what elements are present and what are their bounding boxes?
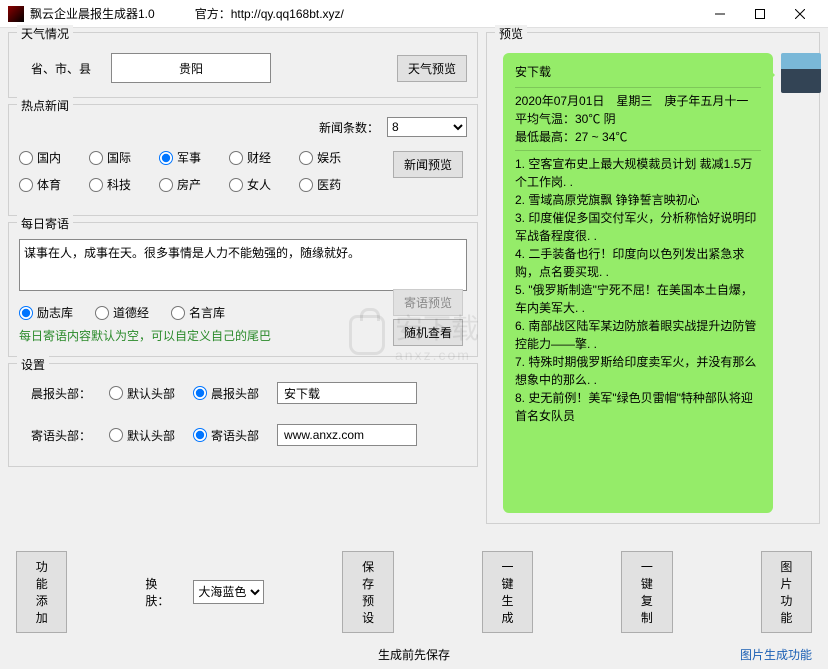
settings-opt-晨报头部[interactable]: 晨报头部 [193,385,259,402]
radio-icon[interactable] [159,178,173,192]
avatar [781,53,821,93]
preview-news-item: 2. 雪域高原党旗飘 铮铮誓言映初心 [515,191,761,209]
app-title: 飘云企业晨报生成器1.0 [30,5,155,22]
quote-group-title: 每日寄语 [17,215,73,232]
maximize-button[interactable] [740,0,780,28]
footer-center: 生成前先保存 [0,646,828,663]
radio-icon[interactable] [299,178,313,192]
news-category-军事[interactable]: 军事 [159,149,201,166]
news-category-娱乐[interactable]: 娱乐 [299,149,341,166]
news-category-医药[interactable]: 医药 [299,176,341,193]
quote-textarea[interactable]: 谋事在人，成事在天。很多事情是人力不能勉强的，随缘就好。 [19,239,467,291]
radio-icon[interactable] [159,151,173,165]
preview-group-title: 预览 [495,25,527,42]
news-category-房产[interactable]: 房产 [159,176,201,193]
settings-opt-默认头部[interactable]: 默认头部 [109,385,175,402]
preview-news-item: 5. "俄罗斯制造"宁死不屈！在美国本土自爆，车内美军大. . [515,281,761,317]
settings-input[interactable] [277,382,417,404]
close-button[interactable] [780,0,820,28]
preview-temp-avg: 平均气温：30℃ 阴 [515,110,761,128]
footer-right-link[interactable]: 图片生成功能 [740,646,812,663]
preview-date: 2020年07月01日 星期三 庚子年五月十一 [515,92,761,110]
weather-preview-button[interactable]: 天气预览 [397,55,467,82]
radio-icon[interactable] [229,178,243,192]
settings-input[interactable] [277,424,417,446]
quote-group: 每日寄语 谋事在人，成事在天。很多事情是人力不能勉强的，随缘就好。 寄语预览 励… [8,222,478,357]
quote-source-励志库[interactable]: 励志库 [19,304,73,321]
preview-news-item: 7. 特殊时期俄罗斯给印度卖军火，并没有那么想象中的那么. . [515,353,761,389]
minimize-button[interactable] [700,0,740,28]
settings-opt-寄语头部[interactable]: 寄语头部 [193,427,259,444]
app-icon [8,6,24,22]
radio-icon[interactable] [19,151,33,165]
radio-icon[interactable] [89,178,103,192]
preview-temp-range: 最低最高：27 ~ 34℃ [515,128,761,146]
news-count-select[interactable]: 8 [387,117,467,137]
settings-group: 设置 晨报头部：默认头部晨报头部 寄语头部：默认头部寄语头部 [8,363,478,467]
preview-news-item: 8. 史无前例！美军"绿色贝雷帽"特种部队将迎首名女队员 [515,389,761,425]
radio-icon[interactable] [19,178,33,192]
settings-label: 晨报头部： [31,385,91,402]
news-group: 热点新闻 新闻条数： 8 国内国际军事财经娱乐体育科技房产女人医药 新闻预览 [8,104,478,216]
preview-bubble: 安下载 2020年07月01日 星期三 庚子年五月十一 平均气温：30℃ 阴 最… [503,53,773,513]
radio-icon[interactable] [109,386,123,400]
weather-group: 天气情况 省、市、县 天气预览 [8,32,478,98]
preview-news-item: 4. 二手装备也行！印度向以色列发出紧急求购，点名要买现. . [515,245,761,281]
copy-button[interactable]: 一键复制 [621,551,672,633]
random-quote-button[interactable]: 随机查看 [393,319,463,346]
titlebar: 飘云企业晨报生成器1.0 官方：http://qy.qq168bt.xyz/ [0,0,828,28]
settings-group-title: 设置 [17,356,49,373]
weather-group-title: 天气情况 [17,25,73,42]
news-count-label: 新闻条数： [319,119,379,136]
add-feature-button[interactable]: 功能添加 [16,551,67,633]
location-label: 省、市、县 [31,60,91,77]
radio-icon[interactable] [89,151,103,165]
preview-news-item: 1. 空客宣布史上最大规模裁员计划 裁减1.5万个工作岗. . [515,155,761,191]
radio-icon[interactable] [193,386,207,400]
news-category-国内[interactable]: 国内 [19,149,61,166]
theme-select[interactable]: 大海蓝色 [193,580,264,604]
news-preview-button[interactable]: 新闻预览 [393,151,463,178]
radio-icon[interactable] [19,306,33,320]
image-fn-button[interactable]: 图片功能 [761,551,812,633]
radio-icon[interactable] [229,151,243,165]
news-category-财经[interactable]: 财经 [229,149,271,166]
official-url: 官方：http://qy.qq168bt.xyz/ [195,5,700,22]
quote-source-名言库[interactable]: 名言库 [171,304,225,321]
news-category-国际[interactable]: 国际 [89,149,131,166]
radio-icon[interactable] [193,428,207,442]
news-category-体育[interactable]: 体育 [19,176,61,193]
news-category-科技[interactable]: 科技 [89,176,131,193]
theme-label: 换肤： [145,575,169,609]
radio-icon[interactable] [299,151,313,165]
quote-source-道德经[interactable]: 道德经 [95,304,149,321]
preview-group: 预览 安下载 2020年07月01日 星期三 庚子年五月十一 平均气温：30℃ … [486,32,820,524]
location-input[interactable] [111,53,271,83]
preview-header: 安下载 [515,63,761,81]
news-category-女人[interactable]: 女人 [229,176,271,193]
settings-opt-默认头部[interactable]: 默认头部 [109,427,175,444]
radio-icon[interactable] [171,306,185,320]
preview-news-item: 3. 印度催促多国交付军火，分析称恰好说明印军战备程度很. . [515,209,761,245]
generate-button[interactable]: 一键生成 [482,551,533,633]
settings-label: 寄语头部： [31,427,91,444]
bottom-toolbar: 功能添加 换肤： 大海蓝色 保存预设 一键生成 一键复制 图片功能 [0,543,828,641]
news-group-title: 热点新闻 [17,97,73,114]
save-preset-button[interactable]: 保存预设 [342,551,393,633]
radio-icon[interactable] [109,428,123,442]
preview-news-item: 6. 南部战区陆军某边防旅着眼实战提升边防管控能力——擎. . [515,317,761,353]
radio-icon[interactable] [95,306,109,320]
